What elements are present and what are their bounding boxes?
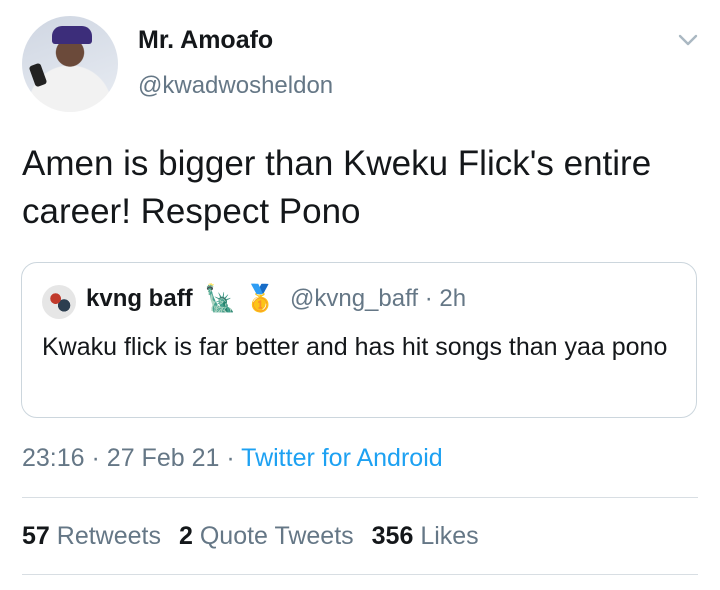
- quoted-tweet[interactable]: kvng baff 🗽 🥇 @kvng_baff · 2h Kwaku flic…: [21, 262, 697, 418]
- meta-separator: ·: [226, 444, 235, 472]
- avatar-cap: [52, 26, 92, 44]
- quote-tweets-count: 2: [178, 522, 193, 550]
- quoted-avatar: [42, 285, 76, 319]
- quoted-time: 2h: [439, 285, 467, 312]
- tweet-text: Amen is bigger than Kweku Flick's entire…: [22, 144, 652, 231]
- tweet-stats: 57 Retweets 2 Quote Tweets 356 Likes: [22, 522, 479, 551]
- author-handle[interactable]: @kwadwosheldon: [138, 72, 333, 100]
- quoted-handle: @kvng_baff: [290, 285, 419, 312]
- tweet-date: 27 Feb 21: [106, 444, 220, 472]
- tweet-source-link[interactable]: Twitter for Android: [241, 444, 442, 472]
- quoted-text: Kwaku flick is far better and has hit so…: [42, 333, 668, 361]
- divider: [22, 497, 698, 498]
- author-avatar[interactable]: [22, 16, 118, 112]
- retweets-count: 57: [22, 522, 50, 550]
- retweets-label: Retweets: [56, 522, 161, 550]
- avatar-phone: [28, 62, 48, 88]
- quote-tweets-stat[interactable]: 2 Quote Tweets: [179, 522, 354, 550]
- author-name[interactable]: Mr. Amoafo: [138, 26, 273, 55]
- quoted-separator: ·: [424, 285, 433, 312]
- meta-separator: ·: [91, 444, 100, 472]
- medal-icon: 🥇: [244, 283, 277, 313]
- divider: [22, 574, 698, 575]
- quote-tweets-label: Quote Tweets: [199, 522, 354, 550]
- tweet-meta: 23:16 · 27 Feb 21 · Twitter for Android: [22, 444, 443, 473]
- likes-count: 356: [371, 522, 414, 550]
- quoted-handle-time: @kvng_baff · 2h: [290, 285, 466, 313]
- statue-of-liberty-icon: 🗽: [204, 283, 237, 313]
- likes-label: Likes: [420, 522, 479, 550]
- tweet-time: 23:16: [22, 444, 85, 472]
- likes-stat[interactable]: 356 Likes: [372, 522, 479, 550]
- retweets-stat[interactable]: 57 Retweets: [22, 522, 161, 550]
- chevron-down-icon[interactable]: [676, 28, 700, 52]
- quoted-name: kvng baff: [86, 285, 193, 312]
